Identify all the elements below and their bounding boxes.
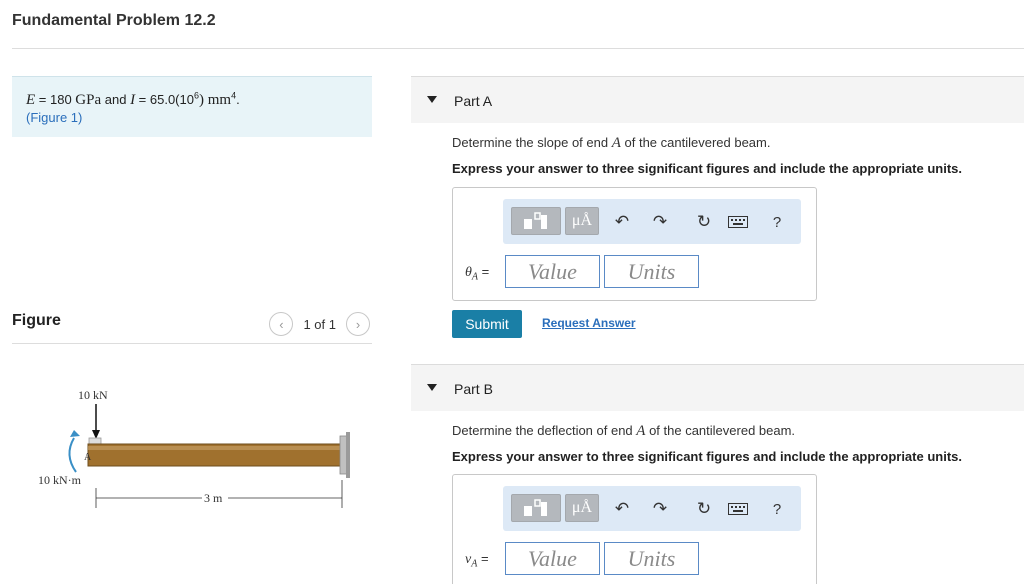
collapse-triangle-icon[interactable] [427, 384, 437, 391]
part-a-question: Determine the slope of end A of the cant… [452, 135, 771, 151]
part-a-title: Part A [454, 93, 493, 109]
figure-label: Figure [12, 312, 61, 329]
reset-icon[interactable]: ↻ [693, 498, 715, 520]
part-b-question: Determine the deflection of end A of the… [452, 423, 796, 439]
part-a-header[interactable]: Part A [411, 76, 1024, 123]
chevron-right-icon[interactable]: › [346, 312, 370, 336]
point-a-label: A [84, 452, 92, 463]
figure-header: Figure ‹ 1 of 1 › [12, 310, 372, 344]
math-toolbar: μÅ ↶ ↷ ↻ ? [503, 199, 801, 244]
reset-icon[interactable]: ↻ [693, 211, 715, 233]
redo-icon[interactable]: ↷ [649, 211, 671, 233]
chevron-left-icon[interactable]: ‹ [269, 312, 294, 336]
moment-arc [68, 437, 77, 473]
part-a-value-input[interactable]: Value [505, 255, 600, 288]
part-a-variable-label: θA = [465, 264, 490, 283]
math-toolbar: μÅ ↶ ↷ ↻ ? [503, 486, 801, 531]
request-answer-link[interactable]: Request Answer [542, 316, 636, 330]
part-b-title: Part B [454, 381, 493, 397]
part-b-header[interactable]: Part B [411, 364, 1024, 411]
load-label: 10 kN [78, 388, 108, 402]
undo-icon[interactable]: ↶ [611, 498, 633, 520]
cantilever-beam-figure: 10 kN A 10 kN·m 3 m [38, 388, 350, 508]
part-b-answer-box: μÅ ↶ ↷ ↻ ? vA = Value Units [452, 474, 817, 584]
help-icon[interactable]: ? [766, 498, 788, 520]
part-a-units-input[interactable]: Units [604, 255, 699, 288]
part-a-instructions: Express your answer to three significant… [452, 161, 962, 176]
given-expression: E = 180 GPa and I = 65.0(106) mm4. [26, 91, 240, 109]
part-a-answer-box: μÅ ↶ ↷ ↻ ? θA = Value Units [452, 187, 817, 301]
figure-pager: ‹ 1 of 1 › [269, 312, 370, 336]
keyboard-icon[interactable] [727, 211, 749, 233]
moment-label: 10 kN·m [38, 473, 82, 487]
keyboard-icon[interactable] [727, 498, 749, 520]
undo-icon[interactable]: ↶ [611, 211, 633, 233]
length-label: 3 m [204, 491, 223, 505]
page-title: Fundamental Problem 12.2 [12, 12, 216, 29]
pager-text: 1 of 1 [303, 316, 336, 332]
units-icon[interactable]: μÅ [565, 494, 599, 522]
submit-button[interactable]: Submit [452, 310, 522, 338]
title-divider [12, 48, 1024, 49]
part-b-units-input[interactable]: Units [604, 542, 699, 575]
redo-icon[interactable]: ↷ [649, 498, 671, 520]
part-b-instructions: Express your answer to three significant… [452, 449, 962, 464]
load-plate [88, 437, 102, 445]
part-b-variable-label: vA = [465, 551, 489, 570]
moment-arrowhead [70, 430, 80, 437]
help-icon[interactable]: ? [766, 211, 788, 233]
templates-icon[interactable] [511, 207, 561, 235]
templates-icon[interactable] [511, 494, 561, 522]
units-icon[interactable]: μÅ [565, 207, 599, 235]
beam-highlight [88, 446, 342, 450]
collapse-triangle-icon[interactable] [427, 96, 437, 103]
part-b-value-input[interactable]: Value [505, 542, 600, 575]
figure-link[interactable]: (Figure 1) [26, 110, 372, 125]
given-data-panel: E = 180 GPa and I = 65.0(106) mm4. (Figu… [12, 76, 372, 137]
wall-edge [346, 432, 350, 478]
